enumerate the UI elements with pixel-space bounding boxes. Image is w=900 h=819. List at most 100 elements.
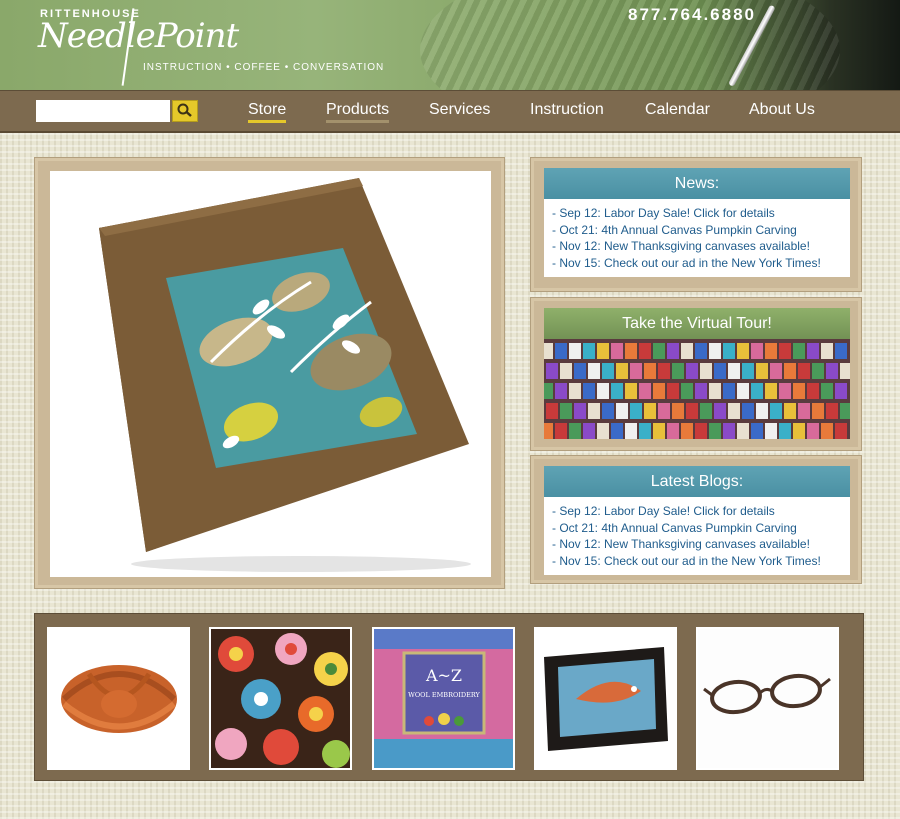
- thread-card: [658, 403, 670, 419]
- news-item[interactable]: - Nov 15: Check out our ad in the New Yo…: [552, 255, 842, 272]
- thread-card: [840, 363, 850, 379]
- thread-card: [583, 423, 595, 439]
- thread-card: [686, 403, 698, 419]
- thread-card: [555, 343, 567, 359]
- thread-card: [569, 423, 581, 439]
- thread-card: [709, 423, 721, 439]
- thumb-book[interactable]: A~Z WOOL EMBROIDERY: [372, 627, 515, 770]
- reading-glasses-image: [698, 629, 837, 768]
- thread-card: [555, 423, 567, 439]
- book-subtitle: WOOL EMBROIDERY: [408, 691, 480, 699]
- thread-card: [835, 423, 847, 439]
- thread-card: [644, 403, 656, 419]
- thread-card: [611, 343, 623, 359]
- thumb-yarn[interactable]: [47, 627, 190, 770]
- thread-card: [616, 363, 628, 379]
- nav-about-us[interactable]: About Us: [749, 101, 815, 119]
- thread-card: [653, 343, 665, 359]
- thread-card: [583, 383, 595, 399]
- thread-card: [625, 423, 637, 439]
- thread-card: [723, 383, 735, 399]
- thread-card: [574, 363, 586, 379]
- thread-card: [555, 383, 567, 399]
- thread-card: [812, 403, 824, 419]
- thread-card: [597, 383, 609, 399]
- logo[interactable]: NeedlePoint: [38, 16, 239, 56]
- thread-card: [544, 423, 553, 439]
- thread-card: [709, 383, 721, 399]
- thread-card: [672, 403, 684, 419]
- thread-card: [807, 383, 819, 399]
- tour-title[interactable]: Take the Virtual Tour!: [544, 308, 850, 339]
- thread-card: [560, 363, 572, 379]
- thread-card: [723, 343, 735, 359]
- product-thumbnails: A~Z WOOL EMBROIDERY: [34, 613, 864, 781]
- blog-item[interactable]: - Oct 21: 4th Annual Canvas Pumpkin Carv…: [552, 520, 842, 537]
- thread-card: [681, 423, 693, 439]
- site-header: RITTENHOUSE NeedlePoint INSTRUCTION • CO…: [0, 0, 900, 90]
- blog-item[interactable]: - Sep 12: Labor Day Sale! Click for deta…: [552, 503, 842, 520]
- nav-calendar[interactable]: Calendar: [645, 101, 710, 119]
- thread-card: [616, 403, 628, 419]
- thread-card: [728, 363, 740, 379]
- thread-card: [597, 423, 609, 439]
- thread-card: [611, 423, 623, 439]
- tour-frame: Take the Virtual Tour!: [530, 297, 862, 451]
- news-item[interactable]: - Oct 21: 4th Annual Canvas Pumpkin Carv…: [552, 222, 842, 239]
- nav-instruction[interactable]: Instruction: [530, 101, 604, 119]
- thread-card: [742, 403, 754, 419]
- thread-card: [737, 343, 749, 359]
- nav-store[interactable]: Store: [248, 101, 287, 123]
- blog-item[interactable]: - Nov 12: New Thanksgiving canvases avai…: [552, 536, 842, 553]
- display-box-image: [536, 629, 675, 768]
- thumb-display-box[interactable]: [534, 627, 677, 770]
- thread-card: [602, 363, 614, 379]
- nav-services[interactable]: Services: [429, 101, 490, 119]
- blog-item[interactable]: - Nov 15: Check out our ad in the New Yo…: [552, 553, 842, 570]
- thread-card: [756, 403, 768, 419]
- phone-number: 877.764.6880: [628, 5, 756, 24]
- thread-card: [672, 363, 684, 379]
- blogs-frame: Latest Blogs: - Sep 12: Labor Day Sale! …: [530, 455, 862, 584]
- search-input[interactable]: [36, 100, 170, 122]
- thread-card: [544, 343, 553, 359]
- thread-card: [784, 403, 796, 419]
- thread-card: [709, 343, 721, 359]
- thread-card: [583, 343, 595, 359]
- thread-card: [807, 423, 819, 439]
- main-nav: Store Products Services Instruction Cale…: [0, 90, 900, 133]
- news-item[interactable]: - Sep 12: Labor Day Sale! Click for deta…: [552, 205, 842, 222]
- thread-card: [630, 363, 642, 379]
- thread-card: [560, 403, 572, 419]
- thread-card: [569, 383, 581, 399]
- thread-card: [779, 423, 791, 439]
- thread-card: [639, 423, 651, 439]
- thread-card: [569, 343, 581, 359]
- thread-card: [695, 343, 707, 359]
- yarn-skein-image: [49, 629, 188, 768]
- hero-image[interactable]: [50, 171, 491, 577]
- thread-card: [765, 423, 777, 439]
- thread-card: [714, 403, 726, 419]
- search-button[interactable]: [172, 100, 198, 122]
- thumb-glasses[interactable]: [696, 627, 839, 770]
- thread-card: [630, 403, 642, 419]
- thread-card: [812, 363, 824, 379]
- thread-card: [625, 343, 637, 359]
- floral-canvas-image: [211, 629, 350, 768]
- thread-card: [714, 363, 726, 379]
- thread-card: [644, 363, 656, 379]
- thread-card: [751, 383, 763, 399]
- news-item[interactable]: - Nov 12: New Thanksgiving canvases avai…: [552, 238, 842, 255]
- thread-card: [793, 383, 805, 399]
- thread-card: [779, 383, 791, 399]
- hero-frame: [34, 157, 505, 589]
- thumb-floral[interactable]: [209, 627, 352, 770]
- news-list: - Sep 12: Labor Day Sale! Click for deta…: [544, 199, 850, 277]
- tour-image[interactable]: [544, 339, 850, 439]
- nav-products[interactable]: Products: [326, 101, 390, 123]
- thread-card: [574, 403, 586, 419]
- logo-tagline: INSTRUCTION • COFFEE • CONVERSATION: [143, 62, 385, 73]
- fabric-box-image: [51, 172, 490, 576]
- book-cover-image: A~Z WOOL EMBROIDERY: [374, 629, 513, 768]
